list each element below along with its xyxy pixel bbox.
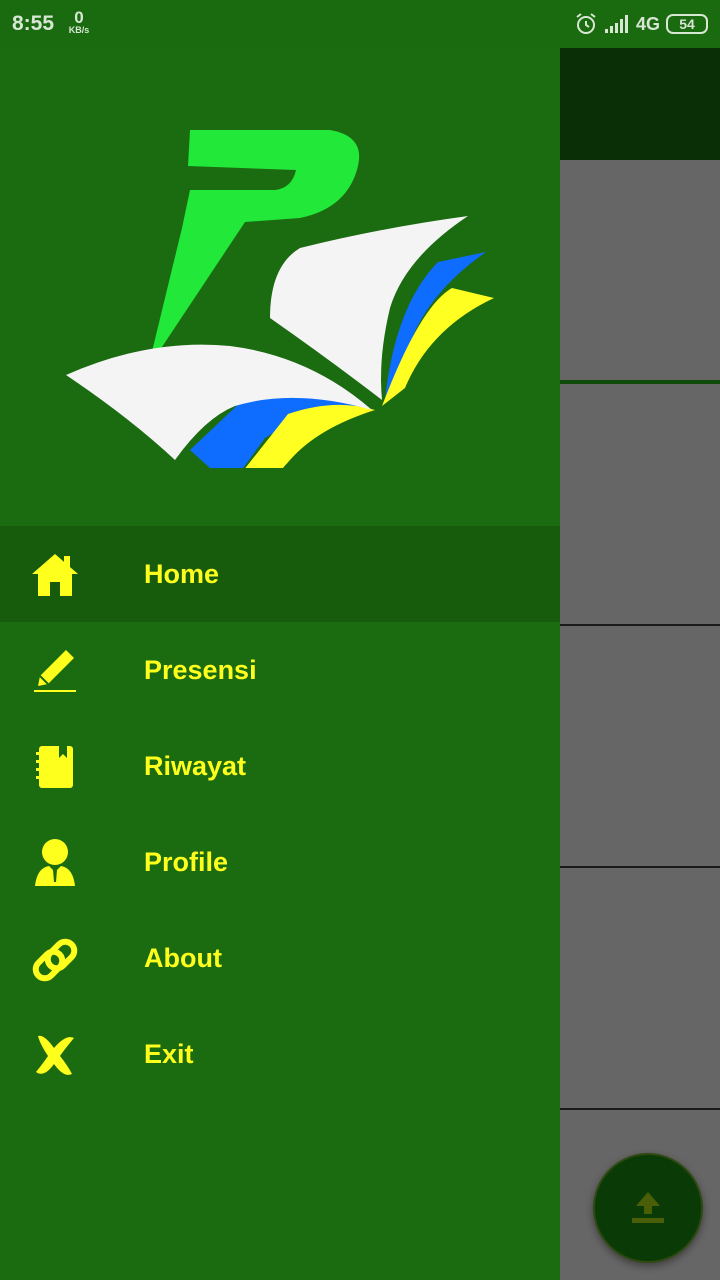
menu-item-profile[interactable]: Profile (0, 814, 560, 910)
status-bar: 8:55 0 KB/s 4G 54 (0, 0, 720, 48)
menu-item-about[interactable]: About (0, 910, 560, 1006)
app-logo (66, 130, 494, 468)
menu-item-presensi[interactable]: Presensi (0, 622, 560, 718)
alarm-icon (576, 13, 596, 34)
upload-icon (632, 1192, 664, 1223)
menu-item-riwayat[interactable]: Riwayat (0, 718, 560, 814)
network-type: 4G (635, 13, 660, 34)
network-speed: 0 KB/s (64, 9, 94, 35)
home-icon (30, 550, 80, 600)
menu-label-riwayat: Riwayat (144, 751, 247, 781)
notebook-icon (30, 742, 80, 792)
menu-item-home[interactable]: Home (0, 526, 560, 622)
signal-icon (604, 15, 628, 33)
status-time: 8:55 (12, 12, 55, 35)
menu-label-profile: Profile (144, 847, 229, 877)
user-icon (30, 838, 80, 888)
menu-label-exit: Exit (144, 1039, 194, 1069)
network-speed-unit: KB/s (68, 25, 90, 35)
status-icons: 4G 54 (574, 10, 708, 38)
menu-label-presensi: Presensi (144, 655, 257, 685)
battery-icon: 54 (666, 14, 708, 34)
link-icon (30, 934, 80, 984)
menu-label-home: Home (144, 559, 220, 589)
menu-item-exit[interactable]: Exit (0, 1006, 560, 1102)
drawer-header (0, 48, 560, 526)
pen-icon (30, 646, 80, 696)
menu-label-about: About (144, 943, 222, 973)
network-speed-value: 0 (74, 8, 84, 27)
close-icon (30, 1030, 80, 1080)
drawer-menu: Home Presensi Riwayat Profile About Exit (0, 526, 560, 1102)
navigation-drawer: Home Presensi Riwayat Profile About Exit (0, 0, 560, 1280)
upload-fab-button[interactable] (593, 1153, 703, 1263)
